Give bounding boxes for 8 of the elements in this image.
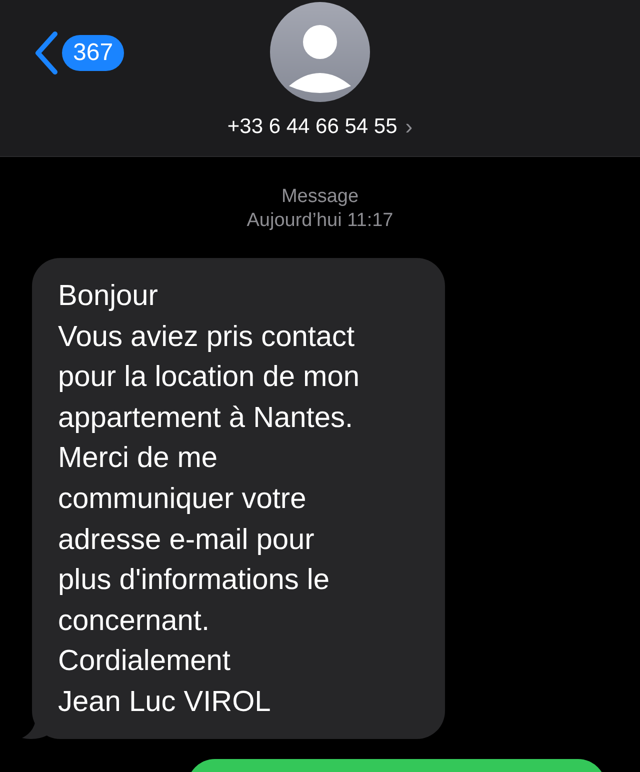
contact-number[interactable]: +33 6 44 66 54 55 (227, 115, 398, 139)
chevron-icon[interactable]: › (405, 114, 413, 140)
timestamp: Aujourd’hui 11:17 (246, 209, 394, 233)
message-text: Bonjour Vous aviez pris contact pour la location de mon appartement à Nantes. Merci de me communiquer votre adresse e-mail pour plus d'informations le concernant. Cordialement Jean Luc VIROL (58, 279, 360, 720)
back-icon[interactable] (33, 31, 59, 75)
unread-count-badge[interactable]: 367 (62, 35, 124, 71)
avatar-icon[interactable] (270, 2, 370, 102)
conversation-label: Message (281, 185, 359, 209)
